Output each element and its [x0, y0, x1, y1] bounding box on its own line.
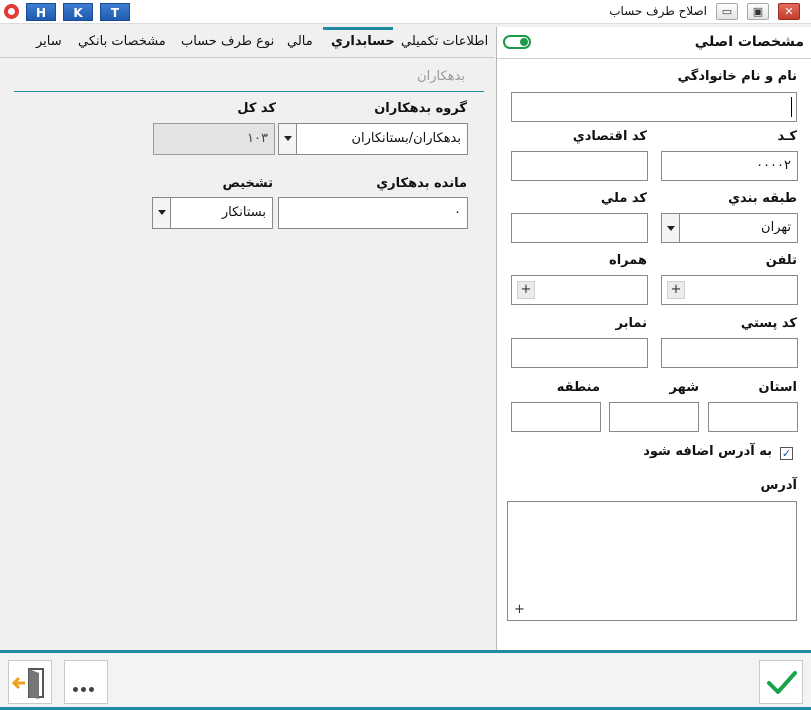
chevron-down-icon[interactable]	[662, 214, 680, 242]
debtor-balance-label: مانده بدهکاري	[376, 176, 467, 191]
hotkey-h-button[interactable]: H	[26, 3, 56, 21]
province-label: استان	[758, 380, 797, 395]
section-divider	[14, 91, 484, 92]
debtor-group-select[interactable]: بدهکاران/بستانکاران	[278, 123, 468, 155]
province-field[interactable]	[708, 402, 798, 432]
debtor-group-value: بدهکاران/بستانکاران	[351, 131, 461, 146]
minimize-button[interactable]: ▭	[716, 3, 738, 20]
tab-bank-details[interactable]: مشخصات بانکي	[78, 34, 166, 49]
text-caret	[791, 97, 792, 117]
basic-info-panel: مشخصات اصلي نام و نام خانوادگي کـد کد اق…	[496, 27, 811, 650]
hotkey-t-button[interactable]: T	[100, 3, 130, 21]
debtor-group-label: گروه بدهکاران	[374, 101, 467, 116]
more-options-button[interactable]	[64, 660, 108, 704]
name-label: نام و نام خانوادگي	[677, 69, 797, 84]
postal-code-field[interactable]	[661, 338, 798, 368]
footer-toolbar	[0, 650, 811, 710]
fax-field[interactable]	[511, 338, 648, 368]
debtor-balance-input[interactable]: ۰	[278, 197, 468, 229]
toggle-switch[interactable]	[503, 35, 531, 49]
add-phone-plus-icon[interactable]: +	[667, 281, 685, 299]
add-mobile-plus-icon[interactable]: +	[517, 281, 535, 299]
tab-accounting[interactable]: حسابداري	[331, 34, 395, 49]
detection-value: بستانکار	[221, 205, 266, 220]
ledger-code-field: ۱۰۳	[153, 123, 275, 155]
detection-label: تشخيص	[222, 176, 273, 191]
address-textarea[interactable]: +	[507, 501, 797, 621]
add-to-address-checkbox[interactable]: ✓	[780, 447, 793, 460]
mobile-label: همراه	[609, 253, 647, 268]
ledger-code-label: کد کل	[237, 101, 276, 116]
category-value: تهران	[761, 220, 791, 235]
active-tab-indicator	[323, 27, 393, 30]
add-to-address-label: به آدرس اضافه شود	[643, 444, 772, 459]
phone-label: تلفن	[765, 253, 797, 268]
accounting-panel: اطلاعات تکميلي حسابداري مالي نوع طرف حسا…	[0, 27, 495, 650]
national-code-field[interactable]	[511, 213, 648, 243]
app-icon[interactable]	[4, 4, 19, 19]
mobile-field[interactable]: +	[511, 275, 648, 305]
chevron-down-icon[interactable]	[153, 198, 171, 228]
check-icon	[767, 671, 797, 694]
tab-bar: اطلاعات تکميلي حسابداري مالي نوع طرف حسا…	[0, 27, 495, 58]
address-label: آدرس	[760, 478, 797, 493]
detection-select[interactable]: بستانکار	[152, 197, 273, 229]
restore-button[interactable]: ▣	[747, 3, 769, 20]
tab-account-type[interactable]: نوع طرف حساب	[181, 34, 274, 49]
postal-code-label: کد پستي	[740, 316, 797, 331]
window-title: اصلاح طرف حساب	[609, 4, 707, 18]
panel-title: مشخصات اصلي	[694, 34, 804, 50]
region-label: منطقه	[556, 380, 600, 395]
hotkey-k-button[interactable]: K	[63, 3, 93, 21]
economic-code-field[interactable]	[511, 151, 648, 181]
panel-header: مشخصات اصلي	[497, 27, 811, 59]
tab-financial[interactable]: مالي	[287, 34, 313, 49]
national-code-label: کد ملي	[600, 191, 647, 206]
title-bar: H K T اصلاح طرف حساب ▭ ▣ ✕	[0, 0, 811, 24]
add-address-plus-icon[interactable]: +	[514, 602, 525, 617]
section-title: بدهکاران	[417, 69, 465, 84]
more-dots-icon	[73, 681, 97, 696]
economic-code-label: کد اقتصادي	[572, 129, 647, 144]
code-field[interactable]: ۰۰۰۰۲	[661, 151, 798, 181]
fax-label: نمابر	[615, 316, 647, 331]
category-label: طبقه بندي	[728, 191, 797, 206]
phone-field[interactable]: +	[661, 275, 798, 305]
name-field[interactable]	[511, 92, 797, 122]
tab-other[interactable]: ساير	[36, 34, 62, 49]
region-field[interactable]	[511, 402, 601, 432]
close-button[interactable]: ✕	[778, 3, 800, 20]
confirm-button[interactable]	[759, 660, 803, 704]
exit-button[interactable]	[8, 660, 52, 704]
tab-additional-info[interactable]: اطلاعات تکميلي	[401, 34, 488, 49]
category-select[interactable]: تهران	[661, 213, 798, 243]
exit-icon	[11, 668, 44, 699]
city-label: شهر	[669, 380, 699, 395]
chevron-down-icon[interactable]	[279, 124, 297, 154]
code-label: کـد	[777, 129, 797, 144]
city-field[interactable]	[609, 402, 699, 432]
